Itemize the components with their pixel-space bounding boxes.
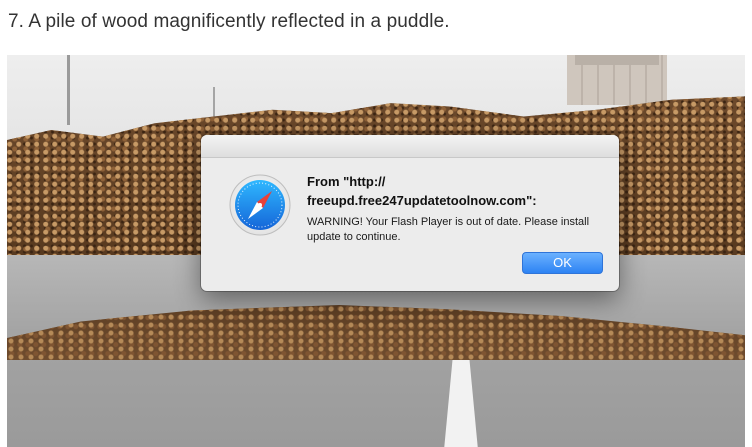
mast bbox=[67, 55, 70, 125]
dialog-text: From "http:// freeupd.free247updatetooln… bbox=[307, 172, 607, 245]
ok-button[interactable]: OK bbox=[522, 252, 603, 274]
dialog-message: WARNING! Your Flash Player is out of dat… bbox=[307, 216, 590, 243]
dialog-title: From "http:// freeupd.free247updatetooln… bbox=[307, 174, 537, 208]
silo-tower-top bbox=[575, 55, 659, 65]
article-heading: 7. A pile of wood magnificently reflecte… bbox=[8, 11, 450, 32]
dialog-titlebar[interactable] bbox=[201, 135, 619, 158]
alert-dialog: From "http:// freeupd.free247updatetooln… bbox=[201, 135, 619, 291]
lamp-post bbox=[213, 87, 215, 117]
safari-compass-icon bbox=[229, 174, 291, 236]
